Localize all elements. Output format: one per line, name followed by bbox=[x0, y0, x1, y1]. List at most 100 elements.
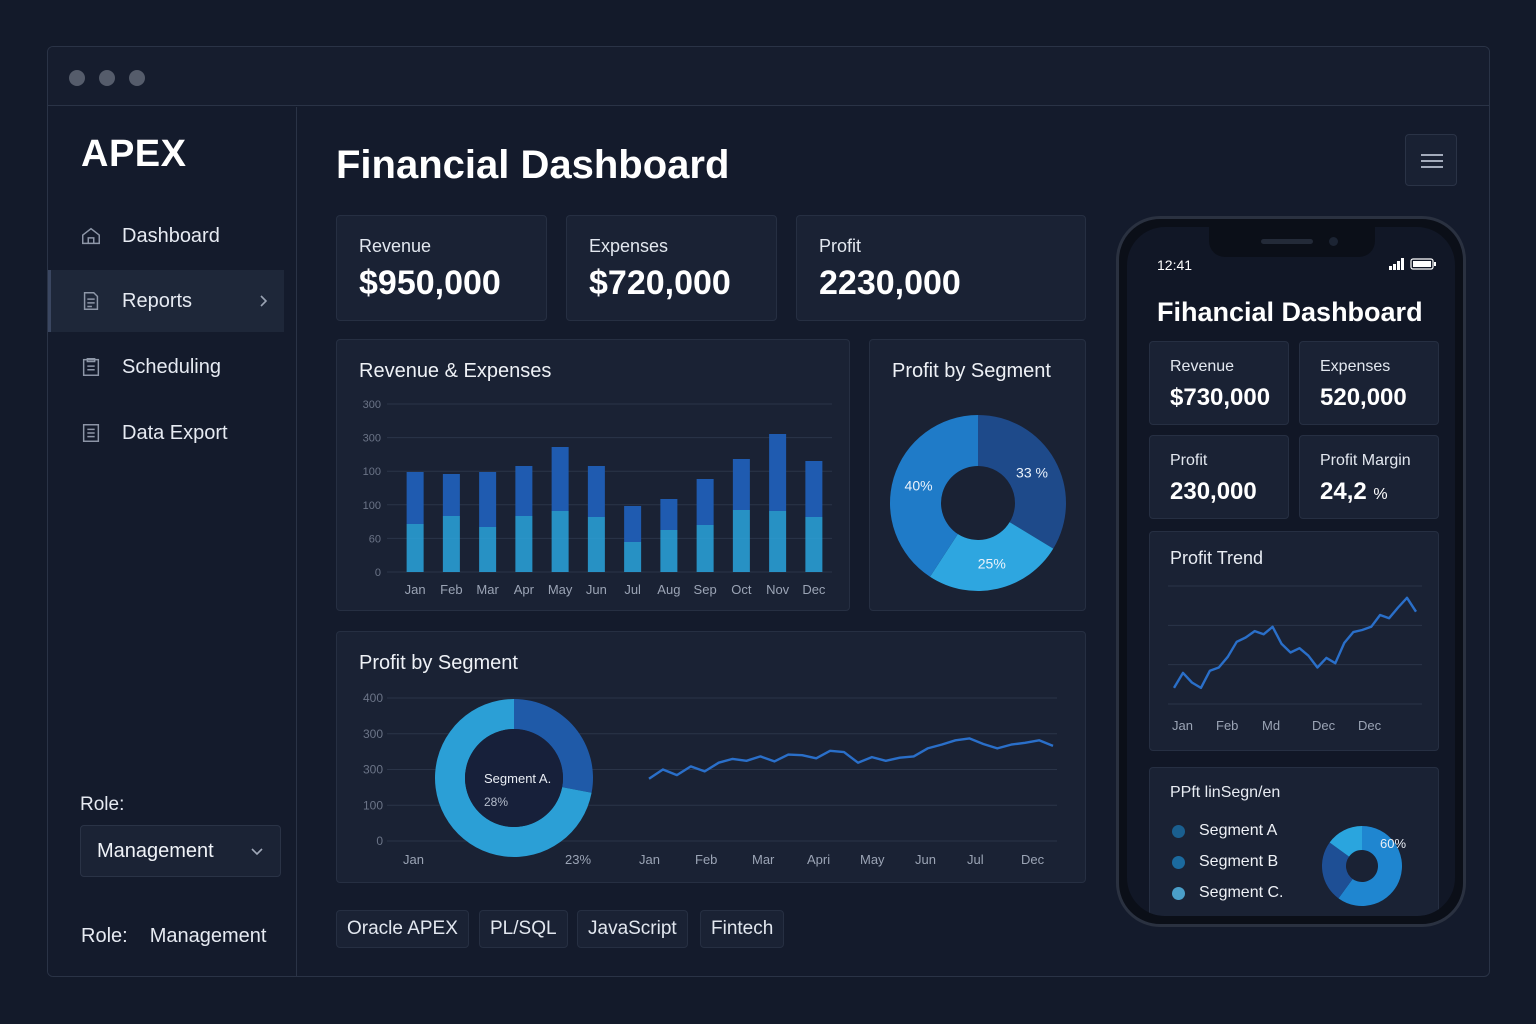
phone-kpi-expenses: Expenses 520,000 bbox=[1299, 341, 1439, 425]
slice-label: 25% bbox=[978, 555, 1006, 571]
menu-icon-bar bbox=[1421, 166, 1443, 168]
kpi-label: Profit bbox=[1170, 452, 1208, 469]
slice-label: 33 % bbox=[1016, 465, 1048, 481]
x-tick-label: Nov bbox=[766, 582, 790, 597]
x-tick-label: Aug bbox=[657, 582, 680, 597]
x-tick-label: Mar bbox=[752, 852, 775, 867]
phone-notch bbox=[1209, 227, 1375, 257]
sidebar-item-label: Data Export bbox=[122, 421, 228, 444]
x-tick-label: Jan bbox=[405, 582, 426, 597]
x-tick-label: Jan bbox=[639, 852, 660, 867]
bar-segment-lower bbox=[660, 530, 678, 572]
window-maximize-dot[interactable] bbox=[129, 70, 145, 86]
x-tick-label: May bbox=[548, 582, 573, 597]
chevron-right-icon bbox=[260, 295, 268, 307]
window-minimize-dot[interactable] bbox=[99, 70, 115, 86]
bar-segment-upper bbox=[406, 472, 424, 524]
x-tick-label: Jan bbox=[1172, 718, 1193, 733]
kpi-value: 2230,000 bbox=[819, 264, 961, 302]
bar-segment-lower bbox=[479, 527, 497, 572]
phone-kpi-revenue: Revenue $730,000 bbox=[1149, 341, 1289, 425]
x-tick-label: Oct bbox=[731, 582, 752, 597]
menu-button[interactable] bbox=[1405, 134, 1457, 186]
x-tick-label: 23% bbox=[565, 852, 591, 867]
phone-title: Fihancial Dashboard bbox=[1157, 297, 1423, 327]
profit-segment-trend-chart: 400 300 300 100 0 Segment A. 28% Jan 23% Jan Feb Ma… bbox=[363, 691, 1057, 867]
bar-segment-lower bbox=[769, 511, 787, 572]
kpi-card-expenses: Expenses $720,000 bbox=[566, 215, 777, 321]
sidebar-item-scheduling[interactable]: Scheduling bbox=[48, 336, 284, 398]
phone-time: 12:41 bbox=[1157, 257, 1193, 273]
bar-segment-upper bbox=[732, 459, 750, 510]
document-icon bbox=[83, 292, 99, 310]
x-tick-label: Md bbox=[1262, 718, 1280, 733]
x-tick-label: Apri bbox=[807, 852, 830, 867]
window-close-dot[interactable] bbox=[69, 70, 85, 86]
y-tick-label: 400 bbox=[363, 691, 383, 705]
role-footer: Role: Management bbox=[81, 925, 266, 948]
sidebar-item-dashboard[interactable]: Dashboard bbox=[48, 205, 284, 267]
phone-status-icons bbox=[1389, 258, 1436, 270]
sidebar-item-data-export[interactable]: Data Export bbox=[48, 402, 284, 464]
bar-segment-upper bbox=[587, 466, 605, 517]
phone-screen: 12:41 Fihancial Dashboard Revenue $730,0… bbox=[1127, 227, 1455, 916]
bar-segment-upper bbox=[805, 461, 823, 517]
x-tick-label: Jun bbox=[915, 852, 936, 867]
role-select[interactable]: Management bbox=[80, 825, 281, 877]
phone-mockup: 12:41 Fihancial Dashboard Revenue $730,0… bbox=[1116, 216, 1466, 927]
x-tick-label: Sep bbox=[694, 582, 717, 597]
y-tick-label: 100 bbox=[363, 500, 381, 512]
x-tick-label: Jan bbox=[403, 852, 424, 867]
phone-profit-trend-card: Profit Trend Jan Feb Md Dec Dec bbox=[1149, 531, 1439, 751]
x-tick-label: Dec bbox=[1021, 852, 1045, 867]
menu-icon-bar bbox=[1421, 160, 1443, 162]
kpi-value-number: 24,2 bbox=[1320, 478, 1367, 505]
y-tick-label: 0 bbox=[375, 567, 381, 579]
line-series bbox=[1172, 596, 1418, 690]
tag-oracle-apex: Oracle APEX bbox=[336, 910, 469, 948]
line-series bbox=[648, 737, 1054, 780]
bar-segment-lower bbox=[515, 516, 533, 572]
kpi-label: Profit bbox=[819, 236, 862, 256]
role-select-value: Management bbox=[97, 839, 214, 862]
kpi-label: Revenue bbox=[1170, 358, 1235, 375]
donut-center-label: Segment A. bbox=[484, 771, 551, 786]
role-footer-label: Role: bbox=[81, 925, 128, 947]
x-tick-label: Jul bbox=[624, 582, 641, 597]
tag-fintech: Fintech bbox=[700, 910, 785, 948]
title-bar bbox=[48, 47, 1489, 106]
bar-segment-upper bbox=[515, 466, 533, 516]
donut-center-value: 28% bbox=[484, 795, 508, 809]
bar-segment-lower bbox=[805, 517, 823, 572]
kpi-card-profit: Profit 2230,000 bbox=[796, 215, 1086, 321]
tag-javascript: JavaScript bbox=[577, 910, 688, 948]
x-tick-label: Jun bbox=[586, 582, 607, 597]
sidebar-item-reports[interactable]: Reports bbox=[48, 270, 284, 332]
tag-plsql: PL/SQL bbox=[479, 910, 568, 948]
y-tick-label: 300 bbox=[363, 727, 383, 741]
y-tick-label: 0 bbox=[376, 834, 383, 848]
bar-segment-upper bbox=[769, 434, 787, 511]
x-tick-label: Dec bbox=[1312, 718, 1336, 733]
slice-label: 60% bbox=[1380, 836, 1406, 851]
kpi-label: Expenses bbox=[1320, 358, 1391, 375]
profit-segment-trend-card: Profit by Segment 400 300 300 100 0 Segment A… bbox=[336, 631, 1086, 883]
phone-segment-donut-chart: 60% bbox=[1322, 826, 1406, 906]
signal-icon bbox=[1389, 258, 1404, 270]
profit-segment-donut-card: Profit by Segment 33 % 25% 40% bbox=[869, 339, 1086, 611]
kpi-label: Profit Margin bbox=[1320, 452, 1411, 469]
x-tick-label: Feb bbox=[1216, 718, 1238, 733]
bar-segment-lower bbox=[732, 510, 750, 572]
menu-icon-bar bbox=[1421, 154, 1443, 156]
role-label: Role: bbox=[80, 794, 125, 815]
kpi-value: 520,000 bbox=[1320, 384, 1407, 411]
y-tick-label: 60 bbox=[369, 533, 381, 545]
kpi-value: $720,000 bbox=[589, 264, 731, 302]
bar-segment-upper bbox=[479, 472, 497, 527]
kpi-label: Revenue bbox=[359, 236, 432, 256]
bar-segment-lower bbox=[551, 511, 569, 572]
x-tick-label: Apr bbox=[514, 582, 535, 597]
x-tick-label: Dec bbox=[1358, 718, 1382, 733]
y-tick-label: 300 bbox=[363, 399, 381, 411]
y-tick-label: 100 bbox=[363, 466, 381, 478]
